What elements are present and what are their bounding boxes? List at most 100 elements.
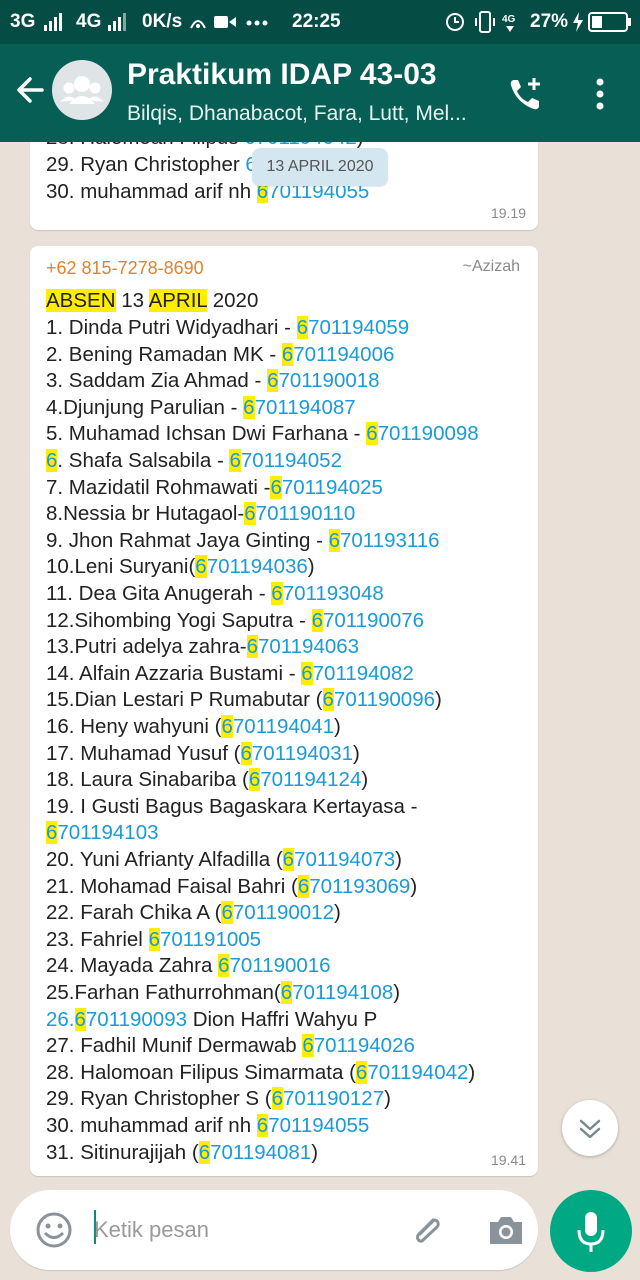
phone-number-link[interactable]: 701194073 — [294, 848, 395, 871]
phone-number-link[interactable]: 701193116 — [340, 529, 440, 552]
group-title[interactable]: Praktikum IDAP 43-03 — [127, 58, 437, 92]
phone-highlight[interactable]: 6 — [240, 741, 252, 765]
message-input-box[interactable] — [10, 1190, 538, 1270]
back-arrow-icon[interactable] — [12, 70, 48, 110]
phone-highlight[interactable]: 6 — [74, 1007, 86, 1031]
line-text: 29. Ryan Christopher — [46, 153, 246, 176]
sender-phone[interactable]: +62 815-7278-8690 — [46, 258, 204, 279]
line-text: 16. Heny wahyuni ( — [46, 715, 222, 738]
phone-number-link[interactable]: 701194059 — [308, 316, 409, 339]
phone-number-link[interactable]: 701190076 — [323, 609, 424, 632]
line-text: 28. Halomoan Filipus — [46, 142, 244, 149]
line-text: ) — [468, 1060, 476, 1084]
message-input[interactable] — [94, 1214, 384, 1246]
vibrate-icon — [475, 11, 495, 33]
phone-number-link[interactable]: 701193048 — [283, 582, 384, 605]
roster-line: 11. Dea Gita Anugerah - 6701193048 — [46, 582, 384, 606]
phone-highlight[interactable]: 6 — [282, 848, 295, 871]
phone-number-link[interactable]: 701190110 — [256, 502, 356, 525]
phone-highlight[interactable]: 6 — [311, 608, 323, 632]
phone-number-link[interactable]: 701190016 — [229, 954, 330, 977]
phone-number-link[interactable]: 701194042 — [367, 1061, 468, 1084]
phone-number-link[interactable]: 701190098 — [378, 422, 479, 445]
phone-highlight[interactable]: 6 — [148, 927, 160, 951]
phone-highlight[interactable]: 6 — [271, 1087, 284, 1111]
phone-highlight[interactable]: 6 — [322, 688, 334, 712]
camera-icon[interactable] — [484, 1208, 528, 1252]
phone-number-link[interactable]: 701194025 — [282, 476, 383, 499]
phone-highlight[interactable]: 6 — [302, 1034, 314, 1058]
phone-highlight[interactable]: 6 — [229, 449, 241, 472]
phone-highlight[interactable]: 6 — [366, 422, 378, 446]
phone-highlight[interactable]: 6 — [244, 502, 256, 526]
phone-highlight[interactable]: 6 — [243, 395, 255, 419]
phone-number-link[interactable]: 701190096 — [334, 688, 435, 711]
phone-number-link[interactable]: 701194036 — [207, 555, 308, 578]
phone-number-link[interactable]: 701194026 — [314, 1034, 415, 1057]
phone-highlight[interactable]: 6 — [221, 901, 233, 925]
phone-number-link[interactable]: 701191005 — [160, 928, 261, 951]
phone-highlight[interactable]: 6 — [218, 954, 230, 978]
phone-highlight[interactable]: 6 — [267, 369, 279, 393]
phone-highlight[interactable]: 6 — [46, 821, 58, 845]
phone-highlight[interactable]: 6 — [248, 768, 261, 792]
overflow-menu-icon[interactable] — [590, 74, 610, 114]
phone-highlight[interactable]: 6 — [355, 1060, 368, 1084]
phone-number-link[interactable]: 701194087 — [255, 396, 356, 419]
roster-line: 22. Farah Chika A (6701190012) — [46, 901, 341, 925]
roster-line: 6701194103 — [46, 821, 159, 845]
phone-highlight[interactable]: 6 — [281, 342, 294, 366]
phone-number-link[interactable]: 701194124 — [260, 768, 361, 791]
line-text: . Shafa Salsabila - — [57, 449, 230, 472]
group-members[interactable]: Bilqis, Dhanabacot, Fara, Lutt, Mel... — [127, 102, 467, 126]
phone-highlight[interactable]: 6 — [256, 1114, 269, 1137]
emoji-icon[interactable] — [34, 1210, 74, 1250]
message-bubble-absen[interactable]: +62 815-7278-8690 ~Azizah ABSEN 13 APRIL… — [30, 246, 538, 1176]
phone-number-link[interactable]: 701190012 — [233, 901, 334, 924]
phone-highlight[interactable]: 6 — [246, 635, 258, 659]
phone-highlight[interactable]: 6 — [280, 981, 293, 1004]
phone-number-link[interactable]: 701194041 — [233, 715, 334, 738]
line-text: ) — [353, 741, 360, 765]
phone-highlight[interactable]: 6 — [296, 316, 309, 339]
message-time: 19.41 — [490, 1152, 526, 1168]
mic-button[interactable] — [550, 1190, 632, 1272]
roster-line: 14. Alfain Azzaria Bustami - 6701194082 — [46, 661, 414, 686]
date-chip: 13 APRIL 2020 — [252, 148, 388, 186]
phone-highlight[interactable]: 6 — [198, 1140, 211, 1164]
line-text: ) — [410, 874, 418, 898]
phone-number-link[interactable]: 701190127 — [283, 1087, 384, 1110]
phone-number-link[interactable]: 701194006 — [293, 343, 394, 366]
phone-number-link[interactable]: 701190018 — [278, 369, 379, 392]
phone-number-link[interactable]: 701193069 — [309, 875, 410, 898]
phone-number-link[interactable]: 701194052 — [241, 449, 342, 472]
chat-area[interactable]: 28. Halomoan Filipus 6701194042)29. Ryan… — [0, 142, 640, 1190]
phone-number-link[interactable]: 701194063 — [258, 635, 359, 658]
phone-number-link[interactable]: 701190093 — [86, 1008, 187, 1031]
phone-highlight[interactable]: 6 — [270, 475, 282, 499]
phone-number-link[interactable]: 701194108 — [292, 981, 393, 1004]
battery-icon — [588, 12, 631, 32]
group-avatar-icon[interactable] — [52, 60, 112, 120]
roster-line: 20. Yuni Afrianty Alfadilla (6701194073) — [46, 848, 402, 872]
phone-number-link[interactable]: 26. — [46, 1008, 75, 1031]
phone-highlight[interactable]: 6 — [328, 528, 340, 552]
roster-line: 27. Fadhil Munif Dermawab 6701194026 — [46, 1034, 415, 1058]
line-text: 14. Alfain Azzaria Bustami - — [46, 661, 302, 685]
line-text: ) — [307, 555, 315, 579]
phone-highlight[interactable]: 6 — [221, 715, 233, 738]
phone-number-link[interactable]: 701194082 — [313, 662, 414, 685]
phone-number-link[interactable]: 701194103 — [57, 821, 158, 844]
phone-highlight[interactable]: 6 — [195, 555, 207, 579]
add-call-icon[interactable] — [506, 74, 546, 114]
phone-number-link[interactable]: 701194081 — [210, 1141, 311, 1164]
phone-highlight[interactable]: 6 — [271, 582, 283, 605]
phone-highlight[interactable]: 6 — [301, 661, 313, 685]
phone-number-link[interactable]: 701194031 — [252, 742, 353, 765]
scroll-down-button[interactable] — [562, 1100, 618, 1156]
attach-icon[interactable] — [406, 1208, 450, 1252]
phone-highlight[interactable]: 6 — [46, 449, 58, 472]
line-text: ) — [361, 768, 369, 792]
phone-number-link[interactable]: 701194055 — [268, 1114, 369, 1137]
phone-highlight[interactable]: 6 — [297, 874, 310, 898]
